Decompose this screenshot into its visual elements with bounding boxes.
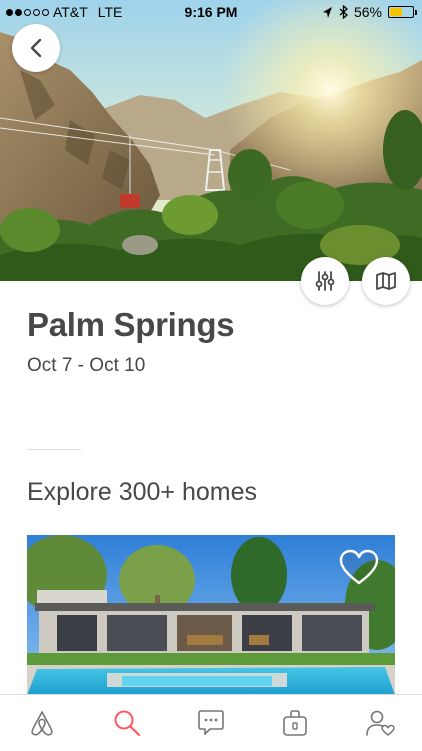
bluetooth-icon	[339, 5, 348, 19]
battery-icon	[388, 6, 417, 18]
listing-card[interactable]	[27, 535, 395, 695]
favorite-button[interactable]	[339, 549, 379, 587]
hero-image: AT&T LTE 9:16 PM 56%	[0, 0, 422, 281]
status-bar: AT&T LTE 9:16 PM 56%	[0, 0, 422, 24]
tab-search[interactable]	[84, 695, 168, 751]
chevron-left-icon	[30, 38, 42, 58]
tab-trips[interactable]	[253, 695, 337, 751]
battery-fill	[390, 8, 403, 16]
filters-button[interactable]	[301, 257, 349, 305]
tab-messages[interactable]	[169, 695, 253, 751]
location-arrow-icon	[322, 6, 332, 18]
date-range[interactable]: Oct 7 - Oct 10	[27, 355, 145, 377]
tab-bar	[0, 694, 422, 751]
city-title: Palm Springs	[27, 306, 235, 343]
airbnb-logo-icon	[31, 711, 53, 736]
map-icon	[376, 272, 396, 290]
message-icon	[198, 710, 224, 735]
heart-outline-icon	[339, 549, 379, 585]
battery-percent: 56%	[353, 4, 382, 20]
status-right: 56%	[322, 4, 417, 20]
map-button[interactable]	[362, 257, 410, 305]
profile-icon	[366, 710, 395, 736]
search-icon	[114, 710, 140, 737]
section-divider	[27, 449, 81, 450]
back-button[interactable]	[12, 24, 60, 72]
tab-explore[interactable]	[0, 695, 84, 751]
tab-profile[interactable]	[338, 695, 422, 751]
hero-photo	[0, 0, 422, 281]
explore-heading: Explore 300+ homes	[27, 478, 258, 506]
sliders-icon	[315, 271, 335, 291]
suitcase-icon	[283, 710, 308, 736]
